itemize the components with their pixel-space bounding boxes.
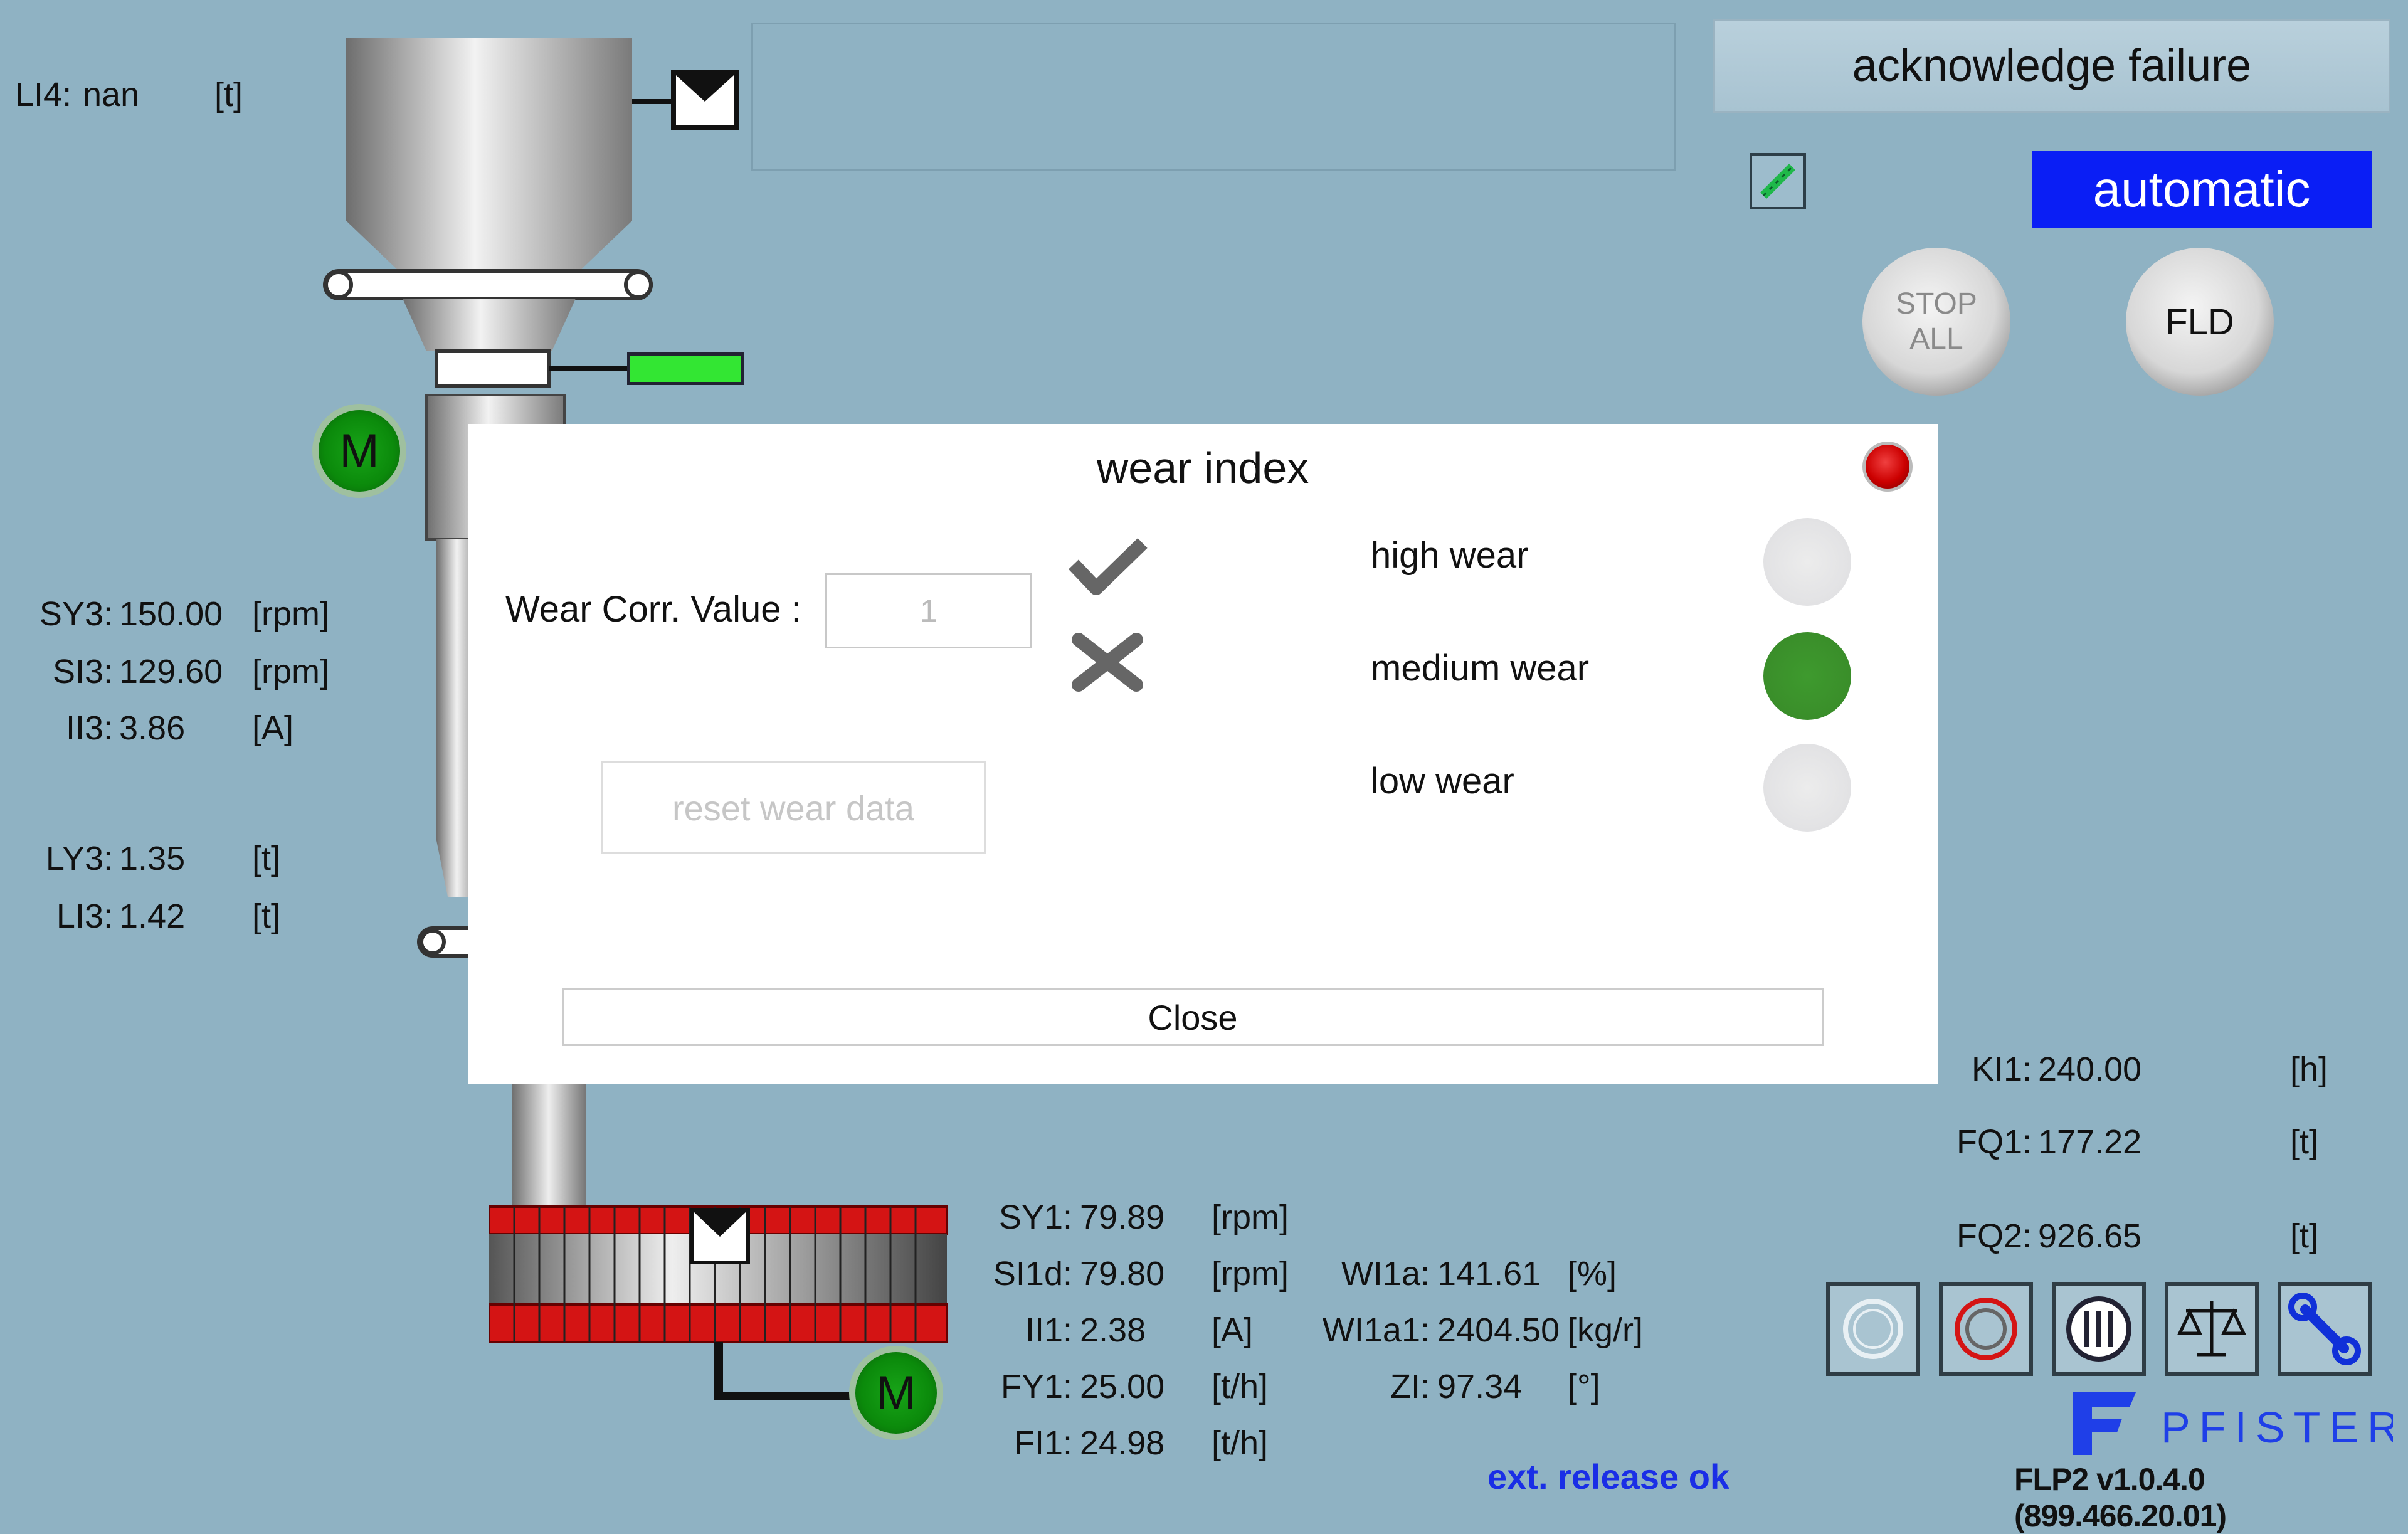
fy1-name: FY1: — [1000, 1368, 1072, 1405]
si1d-name: SI1d: — [993, 1255, 1072, 1293]
wi1a1-value: 2404.50 — [1437, 1311, 1560, 1349]
si1d-value: 79.80 — [1080, 1255, 1165, 1293]
automatic-mode-button[interactable]: automatic — [2032, 151, 2372, 228]
li3-value: 1.42 — [119, 897, 186, 935]
si3-value: 129.60 — [119, 653, 223, 690]
si3-unit: [rpm] — [252, 653, 330, 690]
medium-wear-label: medium wear — [1371, 648, 1590, 689]
rotor-icon[interactable] — [1939, 1282, 2033, 1376]
fld-button[interactable]: FLD — [2126, 248, 2274, 396]
scale-icon[interactable] — [2165, 1282, 2259, 1376]
dialog-title: wear index — [1096, 443, 1309, 492]
zi-unit: [°] — [1568, 1368, 1600, 1405]
reset-wear-data-button[interactable]: reset wear data — [601, 761, 986, 854]
edit-icon[interactable] — [1750, 153, 1806, 209]
ki1-unit: [h] — [2290, 1050, 2328, 1088]
dialog-close-icon[interactable] — [1862, 442, 1913, 492]
sy3-value: 150.00 — [119, 595, 223, 633]
fy1-value: 25.00 — [1080, 1368, 1165, 1405]
close-button[interactable]: Close — [562, 988, 1824, 1046]
li4-value: nan — [83, 76, 140, 114]
wi1a-name: WI1a: — [1341, 1255, 1430, 1293]
fi1-value: 24.98 — [1080, 1424, 1165, 1462]
wi1a1-name: WI1a1: — [1322, 1311, 1430, 1349]
speed-gauge-icon[interactable] — [1826, 1282, 1920, 1376]
ii1-value: 2.38 — [1080, 1311, 1146, 1349]
wi1a-unit: [%] — [1568, 1255, 1617, 1293]
flap-indicator-top — [671, 70, 739, 130]
wear-corr-label: Wear Corr. Value : — [505, 589, 801, 630]
pfister-logo: PFISTER — [2067, 1386, 2399, 1464]
low-wear-lamp — [1763, 744, 1851, 832]
li4-unit: [t] — [214, 76, 243, 114]
wi1a1-unit: [kg/r] — [1568, 1311, 1644, 1349]
ly3-name: LY3: — [45, 840, 113, 877]
zi-value: 97.34 — [1437, 1368, 1523, 1405]
ki1-value: 240.00 — [2038, 1050, 2142, 1088]
motor-top[interactable]: M — [312, 404, 406, 498]
li3-name: LI3: — [56, 897, 113, 935]
fy1-unit: [t/h] — [1212, 1368, 1269, 1405]
stop-all-label-line2: ALL — [1909, 322, 1963, 356]
li4-name: LI4: — [15, 76, 72, 114]
cancel-x-icon[interactable] — [1070, 631, 1145, 694]
flap-indicator-bottom — [690, 1208, 750, 1264]
stop-all-label-line1: STOP — [1896, 287, 1977, 320]
ii1-name: II1: — [1025, 1311, 1072, 1349]
ii3-value: 3.86 — [119, 709, 186, 747]
fq2-value: 926.65 — [2038, 1217, 2142, 1255]
si1d-unit: [rpm] — [1212, 1255, 1289, 1293]
acknowledge-failure-button[interactable]: acknowledge failure — [1713, 19, 2390, 113]
ki1-name: KI1: — [1971, 1050, 2032, 1088]
wear-corr-value-input[interactable] — [825, 573, 1032, 648]
fi1-name: FI1: — [1013, 1424, 1072, 1462]
sy1-unit: [rpm] — [1212, 1198, 1289, 1236]
ext-release-status: ext. release ok — [1487, 1457, 1730, 1496]
fi1-unit: [t/h] — [1212, 1424, 1269, 1462]
motor-bottom[interactable]: M — [849, 1346, 943, 1440]
brand-name: PFISTER — [2161, 1403, 2393, 1452]
medium-wear-lamp — [1763, 632, 1851, 720]
zi-name: ZI: — [1390, 1368, 1430, 1405]
si3-name: SI3: — [52, 653, 113, 690]
confirm-check-icon[interactable] — [1067, 536, 1149, 598]
wrench-icon[interactable] — [2278, 1282, 2372, 1376]
sy1-value: 79.89 — [1080, 1198, 1165, 1236]
wear-index-dialog: wear index Wear Corr. Value : reset wear… — [468, 424, 1938, 1084]
fq1-unit: [t] — [2290, 1123, 2319, 1161]
fq2-unit: [t] — [2290, 1217, 2319, 1255]
li3-unit: [t] — [252, 897, 281, 935]
wi1a-value: 141.61 — [1437, 1255, 1541, 1293]
message-panel — [751, 23, 1676, 171]
fq1-value: 177.22 — [2038, 1123, 2142, 1161]
ii3-name: II3: — [65, 709, 113, 747]
ly3-value: 1.35 — [119, 840, 186, 877]
ly3-unit: [t] — [252, 840, 281, 877]
stop-all-button[interactable]: STOP ALL — [1862, 248, 2010, 396]
control-panel-icon[interactable] — [2052, 1282, 2146, 1376]
software-version: FLP2 v1.0.4.0 (899.466.20.01) — [2014, 1462, 2227, 1533]
low-wear-label: low wear — [1371, 761, 1514, 801]
high-wear-label: high wear — [1371, 535, 1529, 576]
sy3-unit: [rpm] — [252, 595, 330, 633]
fq2-name: FQ2: — [1956, 1217, 2032, 1255]
green-status-bar — [627, 352, 744, 385]
fq1-name: FQ1: — [1956, 1123, 2032, 1161]
ii1-unit: [A] — [1212, 1311, 1254, 1349]
ii3-unit: [A] — [252, 709, 294, 747]
sy3-name: SY3: — [39, 595, 113, 633]
sy1-name: SY1: — [998, 1198, 1072, 1236]
high-wear-lamp — [1763, 518, 1851, 606]
